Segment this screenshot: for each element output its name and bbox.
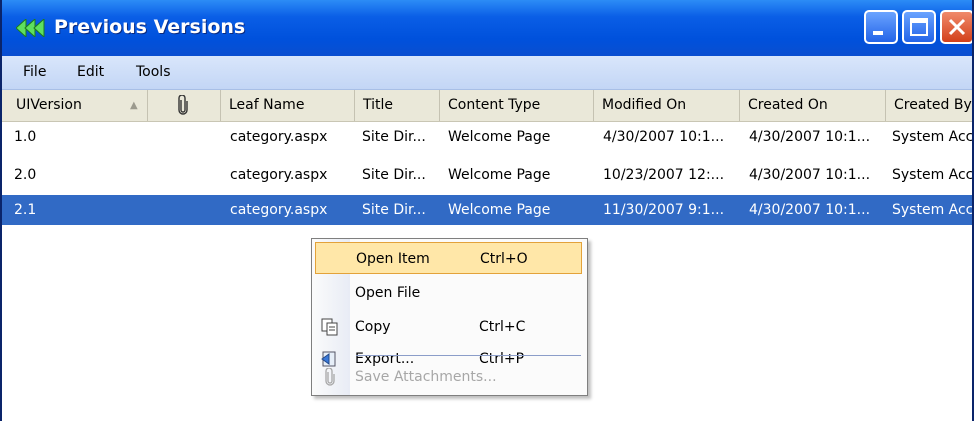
cell-created-by: System Acc — [892, 202, 974, 218]
menu-open-item[interactable]: Open Item Ctrl+O — [315, 242, 582, 274]
window-title: Previous Versions — [54, 16, 246, 38]
maximize-button[interactable] — [902, 10, 936, 44]
cell-uiversion: 1.0 — [14, 129, 37, 145]
table-row[interactable]: 2.0 category.aspx Site Dir... Welcome Pa… — [2, 160, 974, 190]
previous-versions-window: Previous Versions File Edit Tools UIVers… — [0, 0, 974, 421]
column-created-on[interactable]: Created On — [740, 90, 886, 121]
context-menu: Open Item Ctrl+O Open File Copy Ctrl+C E… — [311, 238, 588, 396]
cell-content-type: Welcome Page — [448, 167, 551, 183]
menu-edit[interactable]: Edit — [77, 64, 104, 80]
menu-file[interactable]: File — [23, 64, 46, 80]
cell-content-type: Welcome Page — [448, 202, 551, 218]
column-header: UIVersion ▲ Leaf Name Title Content Type… — [2, 90, 972, 122]
cell-title: Site Dir... — [362, 167, 426, 183]
menu-separator — [356, 355, 581, 356]
paperclip-icon — [325, 368, 335, 386]
menu-copy[interactable]: Copy Ctrl+C — [315, 311, 582, 343]
table-row[interactable]: 1.0 category.aspx Site Dir... Welcome Pa… — [2, 122, 974, 152]
cell-modified-on: 4/30/2007 10:1... — [603, 129, 725, 145]
cell-uiversion: 2.0 — [14, 167, 37, 183]
table-row-selected[interactable]: 2.1 category.aspx Site Dir... Welcome Pa… — [2, 195, 974, 225]
column-created-by[interactable]: Created By — [886, 90, 972, 121]
column-leaf-name[interactable]: Leaf Name — [221, 90, 355, 121]
column-title[interactable]: Title — [355, 90, 440, 121]
cell-title: Site Dir... — [362, 129, 426, 145]
menu-tools[interactable]: Tools — [136, 64, 171, 80]
cell-created-on: 4/30/2007 10:1... — [749, 202, 871, 218]
cell-created-on: 4/30/2007 10:1... — [749, 167, 871, 183]
menu-save-attachments[interactable]: Save Attachments... — [315, 361, 582, 393]
column-attachment[interactable] — [148, 90, 221, 121]
sort-ascending-icon: ▲ — [130, 100, 138, 111]
cell-leaf-name: category.aspx — [230, 129, 328, 145]
back-arrows-icon — [16, 19, 45, 37]
cell-leaf-name: category.aspx — [230, 202, 328, 218]
cell-leaf-name: category.aspx — [230, 167, 328, 183]
close-button[interactable] — [940, 10, 972, 44]
cell-content-type: Welcome Page — [448, 129, 551, 145]
menu-bar: File Edit Tools — [2, 56, 972, 90]
minimize-button[interactable] — [864, 10, 898, 44]
column-modified-on[interactable]: Modified On — [594, 90, 740, 121]
cell-title: Site Dir... — [362, 202, 426, 218]
cell-uiversion: 2.1 — [14, 202, 37, 218]
column-uiversion[interactable]: UIVersion ▲ — [2, 90, 148, 121]
minimize-icon — [873, 31, 883, 35]
paperclip-icon — [178, 95, 188, 115]
cell-created-by: System Acc — [892, 129, 974, 145]
cell-modified-on: 11/30/2007 9:1... — [603, 202, 725, 218]
cell-created-on: 4/30/2007 10:1... — [749, 129, 871, 145]
copy-icon — [321, 318, 338, 336]
cell-created-by: System Acc — [892, 167, 974, 183]
title-bar[interactable]: Previous Versions — [2, 0, 972, 56]
cell-modified-on: 10/23/2007 12:... — [603, 167, 725, 183]
menu-open-file[interactable]: Open File — [315, 277, 582, 309]
maximize-icon — [910, 18, 928, 36]
column-content-type[interactable]: Content Type — [440, 90, 594, 121]
close-icon — [948, 18, 966, 36]
